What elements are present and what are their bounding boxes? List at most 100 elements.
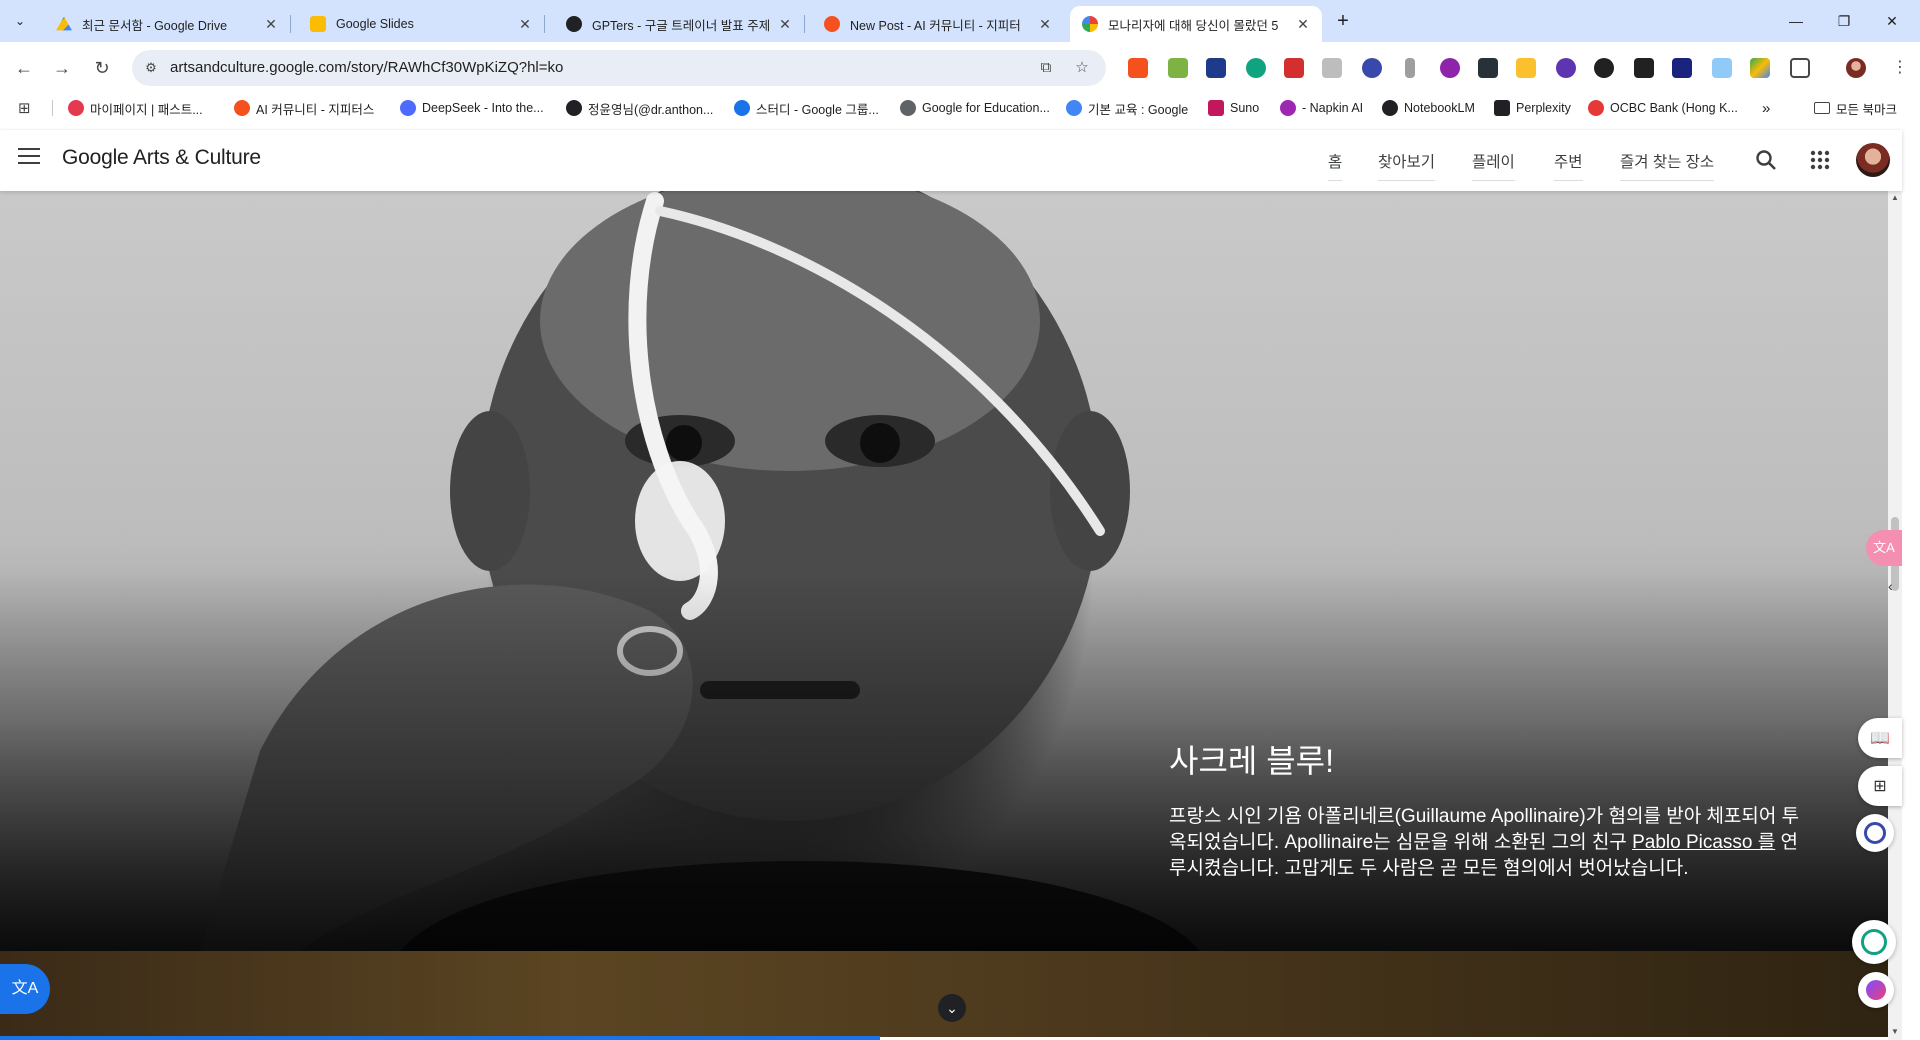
scroll-up-arrow-icon[interactable]: ▲: [1890, 193, 1900, 203]
minimize-window-icon[interactable]: —: [1774, 8, 1818, 34]
nav-nearby[interactable]: 주변: [1554, 150, 1583, 181]
all-bookmarks-folder[interactable]: 모든 북마크: [1814, 94, 1897, 122]
translate-extension-icon[interactable]: 文A: [1866, 530, 1902, 566]
ai-brain-icon[interactable]: [1858, 972, 1894, 1008]
story-caption: 사크레 블루! 프랑스 시인 기욤 아폴리네르(Guillaume Apolli…: [1169, 736, 1809, 882]
account-avatar[interactable]: [1856, 143, 1890, 177]
arts-culture-favicon-icon: [1082, 16, 1098, 32]
bookmark-item[interactable]: DeepSeek - Into the...: [400, 94, 544, 122]
address-bar[interactable]: ⚙ artsandculture.google.com/story/RAWhCf…: [132, 50, 1106, 86]
back-arrow-icon[interactable]: ←: [12, 56, 36, 80]
scroll-down-arrow-icon[interactable]: ▼: [1890, 1027, 1900, 1037]
bookmark-favicon-icon: [234, 100, 250, 116]
bookmark-item[interactable]: AI 커뮤니티 - 지피터스: [234, 94, 374, 122]
story-body: 프랑스 시인 기욤 아폴리네르(Guillaume Apollinaire)가 …: [1169, 806, 1800, 879]
bookmark-item[interactable]: - Napkin AI: [1280, 94, 1363, 122]
bookmark-favicon-icon: [1066, 100, 1082, 116]
close-tab-icon[interactable]: ✕: [1294, 15, 1312, 33]
bookmark-item[interactable]: 정윤영님(@dr.anthon...: [566, 94, 713, 122]
bookmark-item[interactable]: 스터디 - Google 그룹...: [734, 94, 879, 122]
url-text[interactable]: artsandculture.google.com/story/RAWhCf30…: [170, 50, 563, 86]
site-info-tune-icon[interactable]: ⚙: [142, 59, 160, 77]
site-logo[interactable]: Google Arts & Culture: [62, 146, 261, 170]
scroll-down-chevron-icon[interactable]: ⌄: [938, 994, 966, 1022]
bookmark-item[interactable]: 마이페이지 | 패스트...: [68, 94, 203, 122]
next-slide-preview: [0, 951, 1888, 1037]
nav-home[interactable]: 홈: [1328, 150, 1343, 181]
microphone-icon[interactable]: [1405, 58, 1415, 78]
story-hero-image: 사크레 블루! 프랑스 시인 기욤 아폴리네르(Guillaume Apolli…: [0, 191, 1888, 951]
extension-icon[interactable]: [1712, 58, 1732, 78]
extension-icon[interactable]: [1128, 58, 1148, 78]
tab-search-chevron-icon[interactable]: ⌄: [6, 8, 34, 34]
install-app-icon[interactable]: ⧉: [1036, 58, 1056, 78]
bookmark-favicon-icon: [1280, 100, 1296, 116]
tab-google-drive[interactable]: 최근 문서함 - Google Drive ✕: [44, 6, 291, 42]
bookmark-favicon-icon: [68, 100, 84, 116]
apps-grid-icon[interactable]: ⊞: [18, 99, 36, 117]
extension-icon[interactable]: [1672, 58, 1692, 78]
more-menu-icon[interactable]: ⋮: [1890, 58, 1910, 78]
gpters-favicon-icon: [824, 16, 840, 32]
close-tab-icon[interactable]: ✕: [516, 15, 534, 33]
reading-mode-book-icon[interactable]: 📖: [1858, 718, 1902, 758]
bookmark-favicon-icon: [1208, 100, 1224, 116]
bookmark-item[interactable]: OCBC Bank (Hong K...: [1588, 94, 1738, 122]
extension-icon[interactable]: [1284, 58, 1304, 78]
extension-icon[interactable]: [1594, 58, 1614, 78]
reload-icon[interactable]: ↻: [90, 56, 114, 80]
bookmark-item[interactable]: Perplexity: [1494, 94, 1571, 122]
extension-icon[interactable]: [1246, 58, 1266, 78]
close-tab-icon[interactable]: ✕: [776, 15, 794, 33]
extension-grid-icon[interactable]: ⊞: [1858, 766, 1902, 806]
assistant-face-icon[interactable]: [1856, 814, 1894, 852]
collapse-sidebar-chevron-icon[interactable]: ‹: [1888, 578, 1902, 598]
bookmark-star-icon[interactable]: ☆: [1072, 58, 1092, 78]
bookmark-item[interactable]: Suno: [1208, 94, 1259, 122]
chatgpt-icon[interactable]: [1852, 920, 1896, 964]
bookmark-item[interactable]: NotebookLM: [1382, 94, 1475, 122]
pablo-picasso-link[interactable]: Pablo Picasso 를: [1632, 832, 1775, 853]
nav-explore[interactable]: 찾아보기: [1378, 150, 1436, 181]
search-icon[interactable]: [1754, 148, 1778, 172]
extension-icon[interactable]: [1168, 58, 1188, 78]
profile-avatar[interactable]: [1846, 58, 1866, 78]
tab-google-slides[interactable]: Google Slides ✕: [298, 6, 545, 42]
nav-favorites[interactable]: 즐겨 찾는 장소: [1620, 150, 1715, 181]
new-tab-plus-icon[interactable]: +: [1331, 10, 1355, 34]
extension-icon[interactable]: [1478, 58, 1498, 78]
story-progress-bar: [0, 1036, 880, 1040]
extension-icon[interactable]: [1322, 58, 1342, 78]
close-tab-icon[interactable]: ✕: [262, 15, 280, 33]
page-scrollbar[interactable]: ▲ ▼: [1888, 191, 1902, 1040]
forward-arrow-icon[interactable]: →: [50, 56, 74, 80]
google-drive-extension-icon[interactable]: [1750, 58, 1770, 78]
tab-gpters[interactable]: GPTers - 구글 트레이너 발표 주제 ✕: [554, 6, 805, 42]
extension-icon[interactable]: [1634, 58, 1654, 78]
extension-icon[interactable]: [1440, 58, 1460, 78]
extension-icon[interactable]: [1556, 58, 1576, 78]
extension-icon[interactable]: [1362, 58, 1382, 78]
close-tab-icon[interactable]: ✕: [1036, 15, 1054, 33]
bookmark-favicon-icon: [566, 100, 582, 116]
close-window-icon[interactable]: ✕: [1870, 8, 1914, 34]
nav-play[interactable]: 플레이: [1472, 150, 1515, 181]
site-header: Google Arts & Culture 홈 찾아보기 플레이 주변 즐겨 찾…: [0, 130, 1902, 191]
restore-window-icon[interactable]: ❐: [1822, 8, 1866, 34]
tab-new-post[interactable]: New Post - AI 커뮤니티 - 지피터 ✕: [812, 6, 1064, 42]
browser-toolbar: ← → ↻ ⚙ artsandculture.google.com/story/…: [0, 42, 1920, 94]
tab-title: Google Slides: [336, 17, 414, 31]
bookmark-favicon-icon: [900, 100, 916, 116]
more-bookmarks-chevron-icon[interactable]: »: [1762, 94, 1770, 122]
extensions-puzzle-icon[interactable]: [1790, 58, 1810, 78]
extension-icon[interactable]: [1206, 58, 1226, 78]
bookmark-item[interactable]: 기본 교육 : Google: [1066, 94, 1188, 122]
bookmark-item[interactable]: Google for Education...: [900, 94, 1050, 122]
tab-arts-and-culture[interactable]: 모나리자에 대해 당신이 몰랐던 5 ✕: [1070, 6, 1322, 42]
extension-icon[interactable]: [1516, 58, 1536, 78]
tab-title: 최근 문서함 - Google Drive: [82, 18, 228, 33]
hamburger-menu-icon[interactable]: [18, 148, 40, 170]
google-apps-grid-icon[interactable]: [1808, 148, 1832, 172]
google-drive-favicon-icon: [56, 16, 72, 31]
translate-widget-icon[interactable]: 文A: [0, 964, 50, 1014]
